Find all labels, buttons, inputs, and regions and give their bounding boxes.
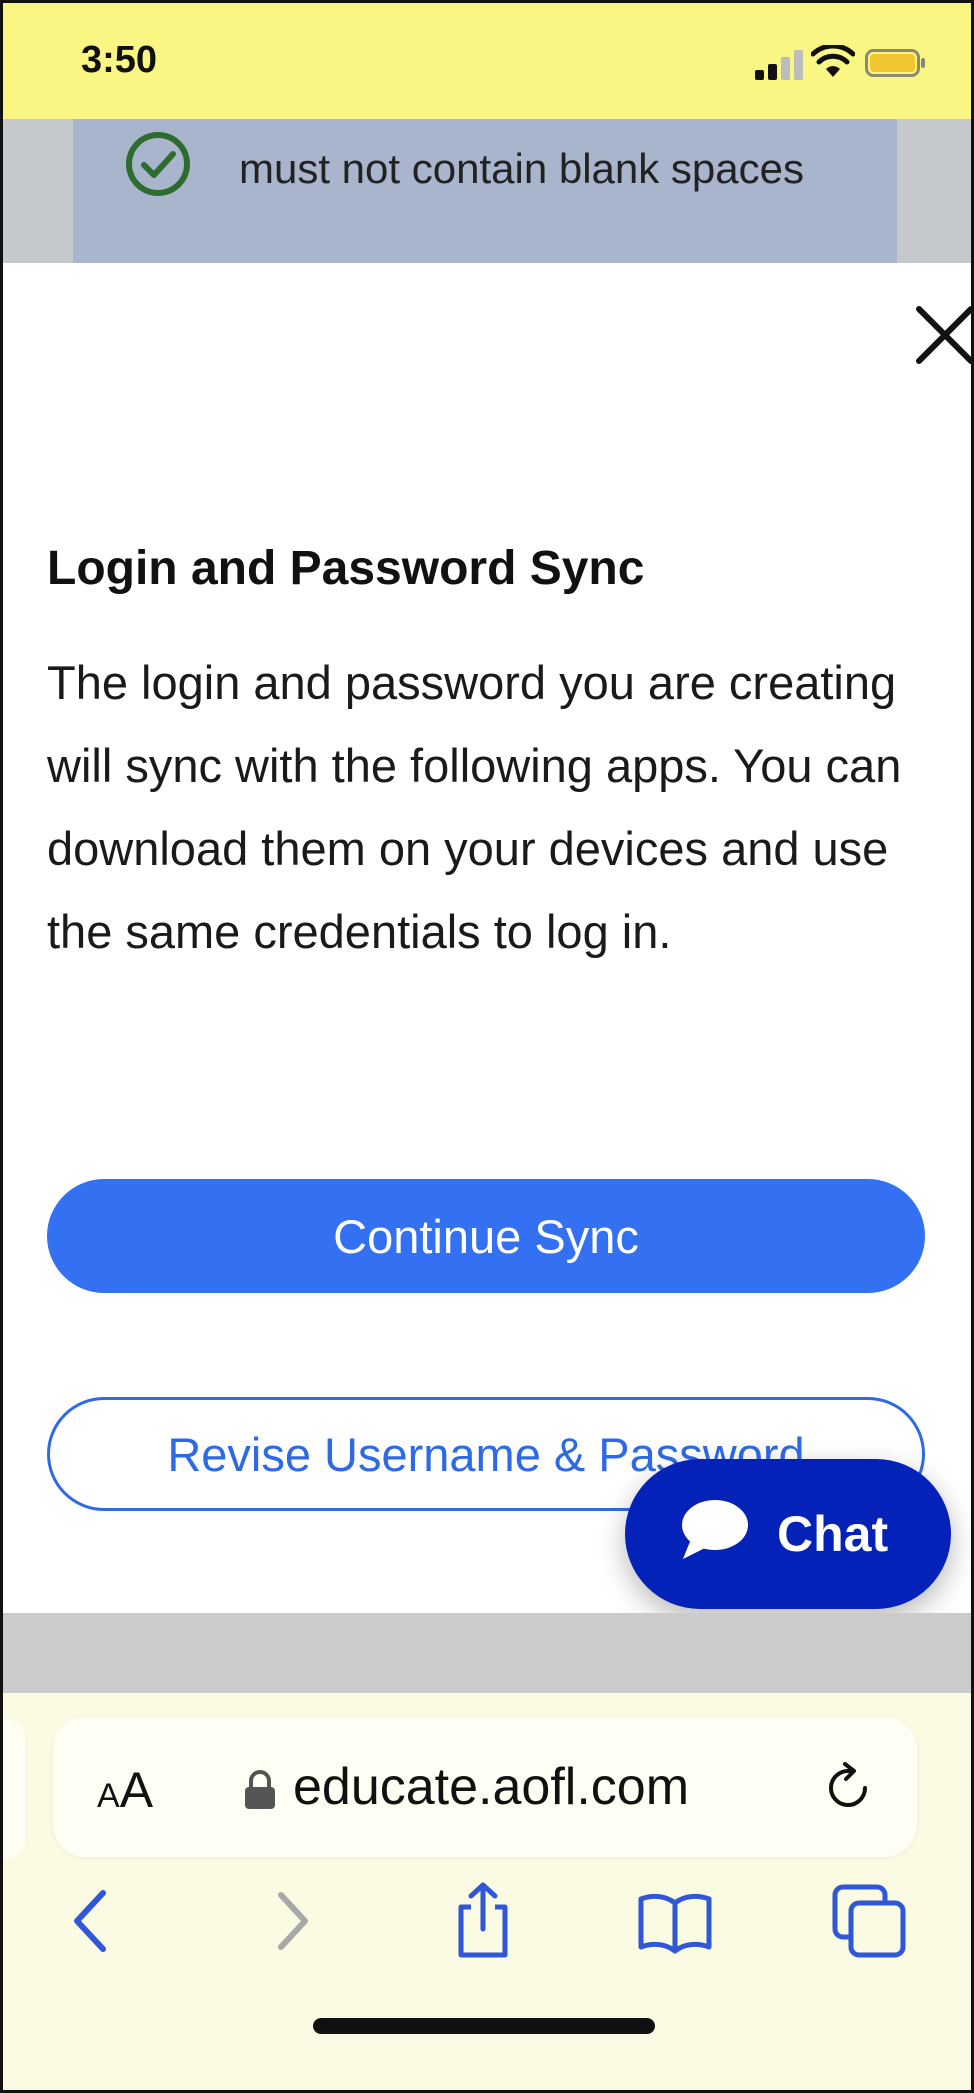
close-icon[interactable] [913, 303, 974, 367]
back-icon[interactable] [51, 1881, 131, 1961]
home-indicator[interactable] [313, 2018, 655, 2034]
phone-screen: 3:50 must not contain blank spaces Login… [0, 0, 974, 2093]
requirement-text: must not contain blank spaces [239, 145, 804, 192]
reload-icon[interactable] [821, 1761, 875, 1815]
background-page: must not contain blank spaces [3, 119, 971, 263]
speech-bubble-icon [682, 1500, 748, 1559]
address-bar[interactable]: AA educate.aofl.com [53, 1717, 917, 1857]
wifi-icon [811, 45, 855, 77]
bookmarks-icon[interactable] [635, 1881, 715, 1961]
text-size-button[interactable]: AA [97, 1761, 153, 1819]
status-bar: 3:50 [3, 3, 971, 119]
lock-icon [245, 1770, 275, 1809]
url-text: educate.aofl.com [293, 1758, 690, 1816]
modal-title: Login and Password Sync [47, 542, 645, 595]
tabs-icon[interactable] [829, 1881, 909, 1961]
chat-button[interactable]: Chat [625, 1459, 951, 1609]
browser-nav-row [3, 1881, 971, 1991]
modal-description: The login and password you are creating … [47, 656, 902, 958]
sync-modal: Login and Password Sync The login and pa… [3, 263, 971, 1613]
cellular-signal-icon [755, 48, 805, 80]
battery-icon [865, 49, 925, 77]
status-time: 3:50 [81, 39, 158, 81]
continue-sync-button[interactable]: Continue Sync [47, 1179, 925, 1293]
previous-tab-edge[interactable] [3, 1719, 25, 1859]
forward-icon[interactable] [251, 1881, 331, 1961]
page-footer-band [3, 1613, 971, 1693]
share-icon[interactable] [443, 1881, 523, 1961]
chat-label: Chat [777, 1506, 889, 1562]
